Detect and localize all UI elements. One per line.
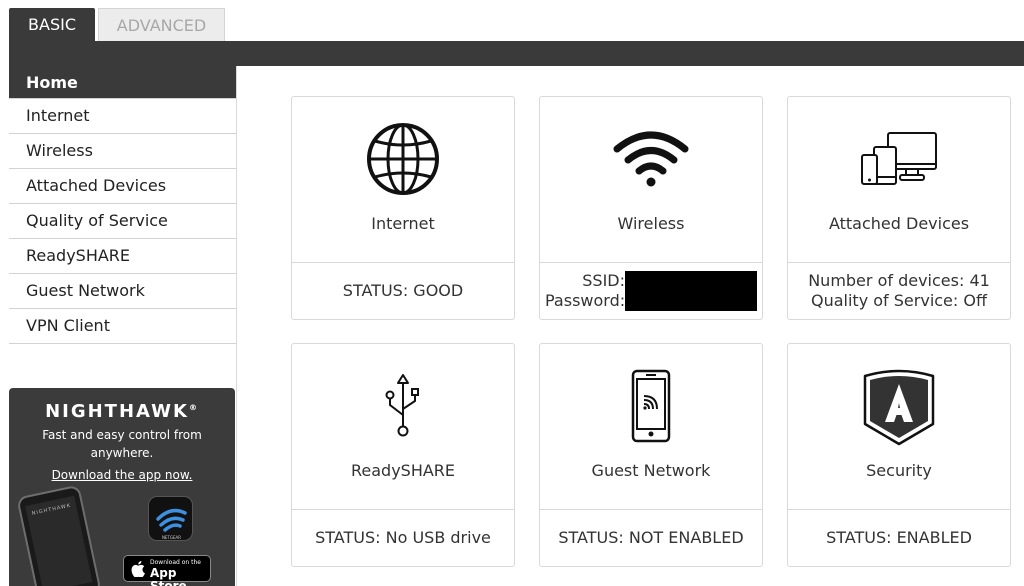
download-app-link[interactable]: Download the app now. bbox=[9, 468, 235, 482]
security-card-title: Security bbox=[866, 461, 932, 480]
wireless-card[interactable]: Wireless SSID: Password: bbox=[539, 96, 763, 320]
sidebar-item-vpn-client[interactable]: VPN Client bbox=[9, 309, 236, 344]
security-status: STATUS: ENABLED bbox=[826, 528, 972, 547]
shield-a-icon bbox=[863, 369, 935, 446]
guest-network-status: STATUS: NOT ENABLED bbox=[558, 528, 744, 547]
attached-devices-card-title: Attached Devices bbox=[828, 214, 970, 233]
tab-advanced[interactable]: ADVANCED bbox=[98, 8, 225, 42]
header-band bbox=[9, 41, 1024, 66]
top-tab-bar: BASIC ADVANCED bbox=[0, 0, 1024, 42]
readyshare-card-title: ReadySHARE bbox=[350, 461, 456, 480]
device-count: Number of devices: 41 bbox=[808, 271, 990, 290]
sidebar-item-attached-devices[interactable]: Attached Devices bbox=[9, 169, 236, 204]
phone-image: NIGHTHAWK bbox=[16, 484, 102, 586]
readyshare-card[interactable]: ReadySHARE STATUS: No USB drive bbox=[291, 343, 515, 567]
wireless-card-title: Wireless bbox=[617, 214, 685, 233]
sidebar-item-quality-of-service[interactable]: Quality of Service bbox=[9, 204, 236, 239]
app-store-badge[interactable]: Download on the App Store bbox=[123, 555, 211, 586]
security-card[interactable]: Security STATUS: ENABLED bbox=[787, 343, 1011, 567]
promo-brand: NIGHTHAWK® bbox=[45, 401, 199, 422]
usb-icon bbox=[385, 374, 419, 437]
wifi-icon bbox=[613, 131, 689, 187]
wireless-status: SSID: Password: bbox=[540, 263, 762, 319]
attached-devices-status: Number of devices: 41 Quality of Service… bbox=[788, 263, 1010, 319]
readyshare-status: STATUS: No USB drive bbox=[315, 528, 491, 547]
sidebar-item-guest-network[interactable]: Guest Network bbox=[9, 274, 236, 309]
mobile-wifi-icon bbox=[631, 369, 671, 443]
ssid-redacted bbox=[625, 271, 757, 291]
apple-icon bbox=[131, 561, 145, 577]
internet-status: STATUS: GOOD bbox=[342, 281, 464, 300]
devices-icon bbox=[861, 132, 937, 185]
guest-network-card-title: Guest Network bbox=[591, 461, 711, 480]
sidebar-item-internet[interactable]: Internet bbox=[9, 99, 236, 134]
globe-icon bbox=[367, 123, 439, 195]
nighthawk-app-promo: NIGHTHAWK® Fast and easy control from an… bbox=[9, 388, 235, 586]
guest-network-card[interactable]: Guest Network STATUS: NOT ENABLED bbox=[539, 343, 763, 567]
svg-text:NETGEAR: NETGEAR bbox=[162, 535, 181, 540]
qos-status: Quality of Service: Off bbox=[811, 291, 987, 310]
internet-card[interactable]: Internet STATUS: GOOD bbox=[291, 96, 515, 320]
sidebar-item-readyshare[interactable]: ReadySHARE bbox=[9, 239, 236, 274]
sidebar-item-wireless[interactable]: Wireless bbox=[9, 134, 236, 169]
password-redacted bbox=[625, 291, 757, 311]
tab-basic[interactable]: BASIC bbox=[9, 8, 95, 42]
internet-card-title: Internet bbox=[371, 214, 435, 233]
attached-devices-card[interactable]: Attached Devices Number of devices: 41 Q… bbox=[787, 96, 1011, 320]
nighthawk-app-icon[interactable]: NETGEAR bbox=[148, 496, 193, 541]
sidebar-item-home[interactable]: Home bbox=[9, 66, 236, 99]
promo-text: Fast and easy control from anywhere. bbox=[42, 428, 202, 460]
